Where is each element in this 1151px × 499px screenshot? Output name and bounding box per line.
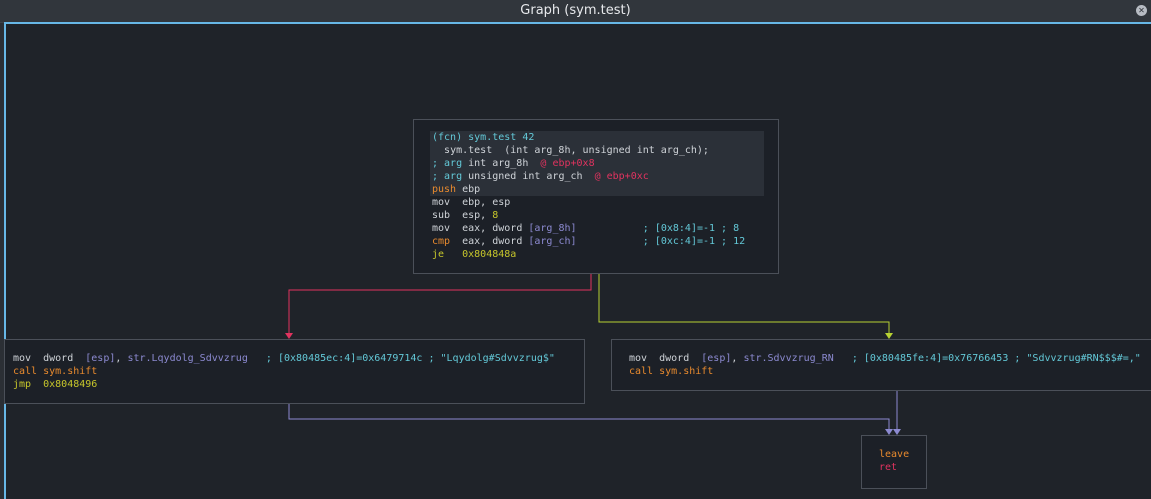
instr-cmp-mem: [arg_ch] — [528, 236, 577, 247]
left-instr-call: call — [13, 366, 38, 377]
graph-node-right[interactable]: mov dword [esp], str.Sdvvzrug_RN ; [0x80… — [611, 339, 1151, 391]
fcn-keyword: (fcn) — [432, 132, 463, 143]
fcn-name: sym.test — [468, 132, 517, 143]
exit-instr-leave: leave — [879, 449, 910, 460]
instr-mov-comma: , — [480, 197, 487, 208]
instr-mov-b: esp — [492, 197, 511, 208]
left-instr-mov-comma: , — [115, 353, 122, 364]
instr-sub: sub — [432, 210, 451, 221]
arg2-keyword: ; arg — [432, 171, 463, 182]
instr-mov2-mem: [arg_8h] — [528, 223, 577, 234]
left-instr-mov: mov — [13, 353, 32, 364]
right-instr-mov: mov — [629, 353, 648, 364]
arg2-location: @ ebp+0xc — [594, 171, 649, 182]
edge-false-branch — [288, 274, 592, 333]
arg1-keyword: ; arg — [432, 158, 463, 169]
edge-true-branch — [598, 274, 890, 333]
left-instr-mov-a: dword — [43, 353, 74, 364]
node-left-code: mov dword [esp], str.Lqydolg_Sdvvzrug ; … — [13, 352, 555, 391]
instr-cmp-comment: ; [0xc:4]=-1 ; 12 — [642, 236, 746, 247]
left-instr-jmp: jmp — [13, 379, 32, 390]
left-instr-jmp-target[interactable]: 0x8048496 — [43, 379, 97, 390]
exit-instr-ret: ret — [879, 462, 898, 473]
instr-je-target[interactable]: 0x804848a — [462, 249, 516, 260]
instr-je: je — [432, 249, 445, 260]
instr-cmp-a: eax — [462, 236, 481, 247]
right-instr-mov-a: dword — [659, 353, 690, 364]
arg1-type: int arg_8h — [468, 158, 529, 169]
right-instr-call: call — [629, 366, 654, 377]
instr-mov2-a: eax — [462, 223, 481, 234]
instr-mov-a: ebp — [462, 197, 481, 208]
fcn-signature: sym.test (int arg_8h, unsigned int arg_c… — [444, 145, 709, 156]
instr-push-args: ebp — [462, 184, 481, 195]
right-instr-call-target[interactable]: sym.shift — [659, 366, 713, 377]
left-instr-mov-mem: [esp] — [85, 353, 116, 364]
node-exit-code: leave ret — [879, 448, 909, 474]
instr-cmp: cmp — [432, 236, 451, 247]
edge-left-to-exit — [288, 404, 890, 429]
graph-node-entry[interactable]: (fcn) sym.test 42 sym.test (int arg_8h, … — [413, 119, 779, 274]
right-instr-mov-comment: ; [0x80485fe:4]=0x76766453 ; "Sdvvzrug#R… — [851, 353, 1141, 364]
instr-push: push — [432, 184, 457, 195]
node-entry-code: (fcn) sym.test 42 sym.test (int arg_8h, … — [432, 131, 745, 261]
right-instr-mov-comma: , — [731, 353, 738, 364]
fcn-size: 42 — [522, 132, 535, 143]
instr-sub-comma: , — [480, 210, 487, 221]
right-instr-mov-mem: [esp] — [701, 353, 732, 364]
left-instr-mov-str: str.Lqydolg_Sdvvzrug — [127, 353, 248, 364]
instr-mov2-comma: , — [480, 223, 487, 234]
graph-node-left[interactable]: mov dword [esp], str.Lqydolg_Sdvvzrug ; … — [4, 339, 585, 404]
instr-sub-b: 8 — [492, 210, 499, 221]
graph-node-exit[interactable]: leave ret — [861, 435, 927, 489]
node-right-code: mov dword [esp], str.Sdvvzrug_RN ; [0x80… — [629, 352, 1141, 378]
arg2-type: unsigned int arg_ch — [468, 171, 583, 182]
left-instr-call-target[interactable]: sym.shift — [43, 366, 97, 377]
arg1-location: @ ebp+0x8 — [540, 158, 595, 169]
left-instr-mov-comment: ; [0x80485ec:4]=0x6479714c ; "Lqydolg#Sd… — [265, 353, 555, 364]
instr-cmp-comma: , — [480, 236, 487, 247]
right-instr-mov-str: str.Sdvvzrug_RN — [743, 353, 834, 364]
instr-cmp-b: dword — [492, 236, 523, 247]
instr-sub-a: esp — [462, 210, 481, 221]
instr-mov2-b: dword — [492, 223, 523, 234]
instr-mov: mov — [432, 197, 451, 208]
instr-mov2: mov — [432, 223, 451, 234]
instr-mov2-comment: ; [0x8:4]=-1 ; 8 — [642, 223, 740, 234]
